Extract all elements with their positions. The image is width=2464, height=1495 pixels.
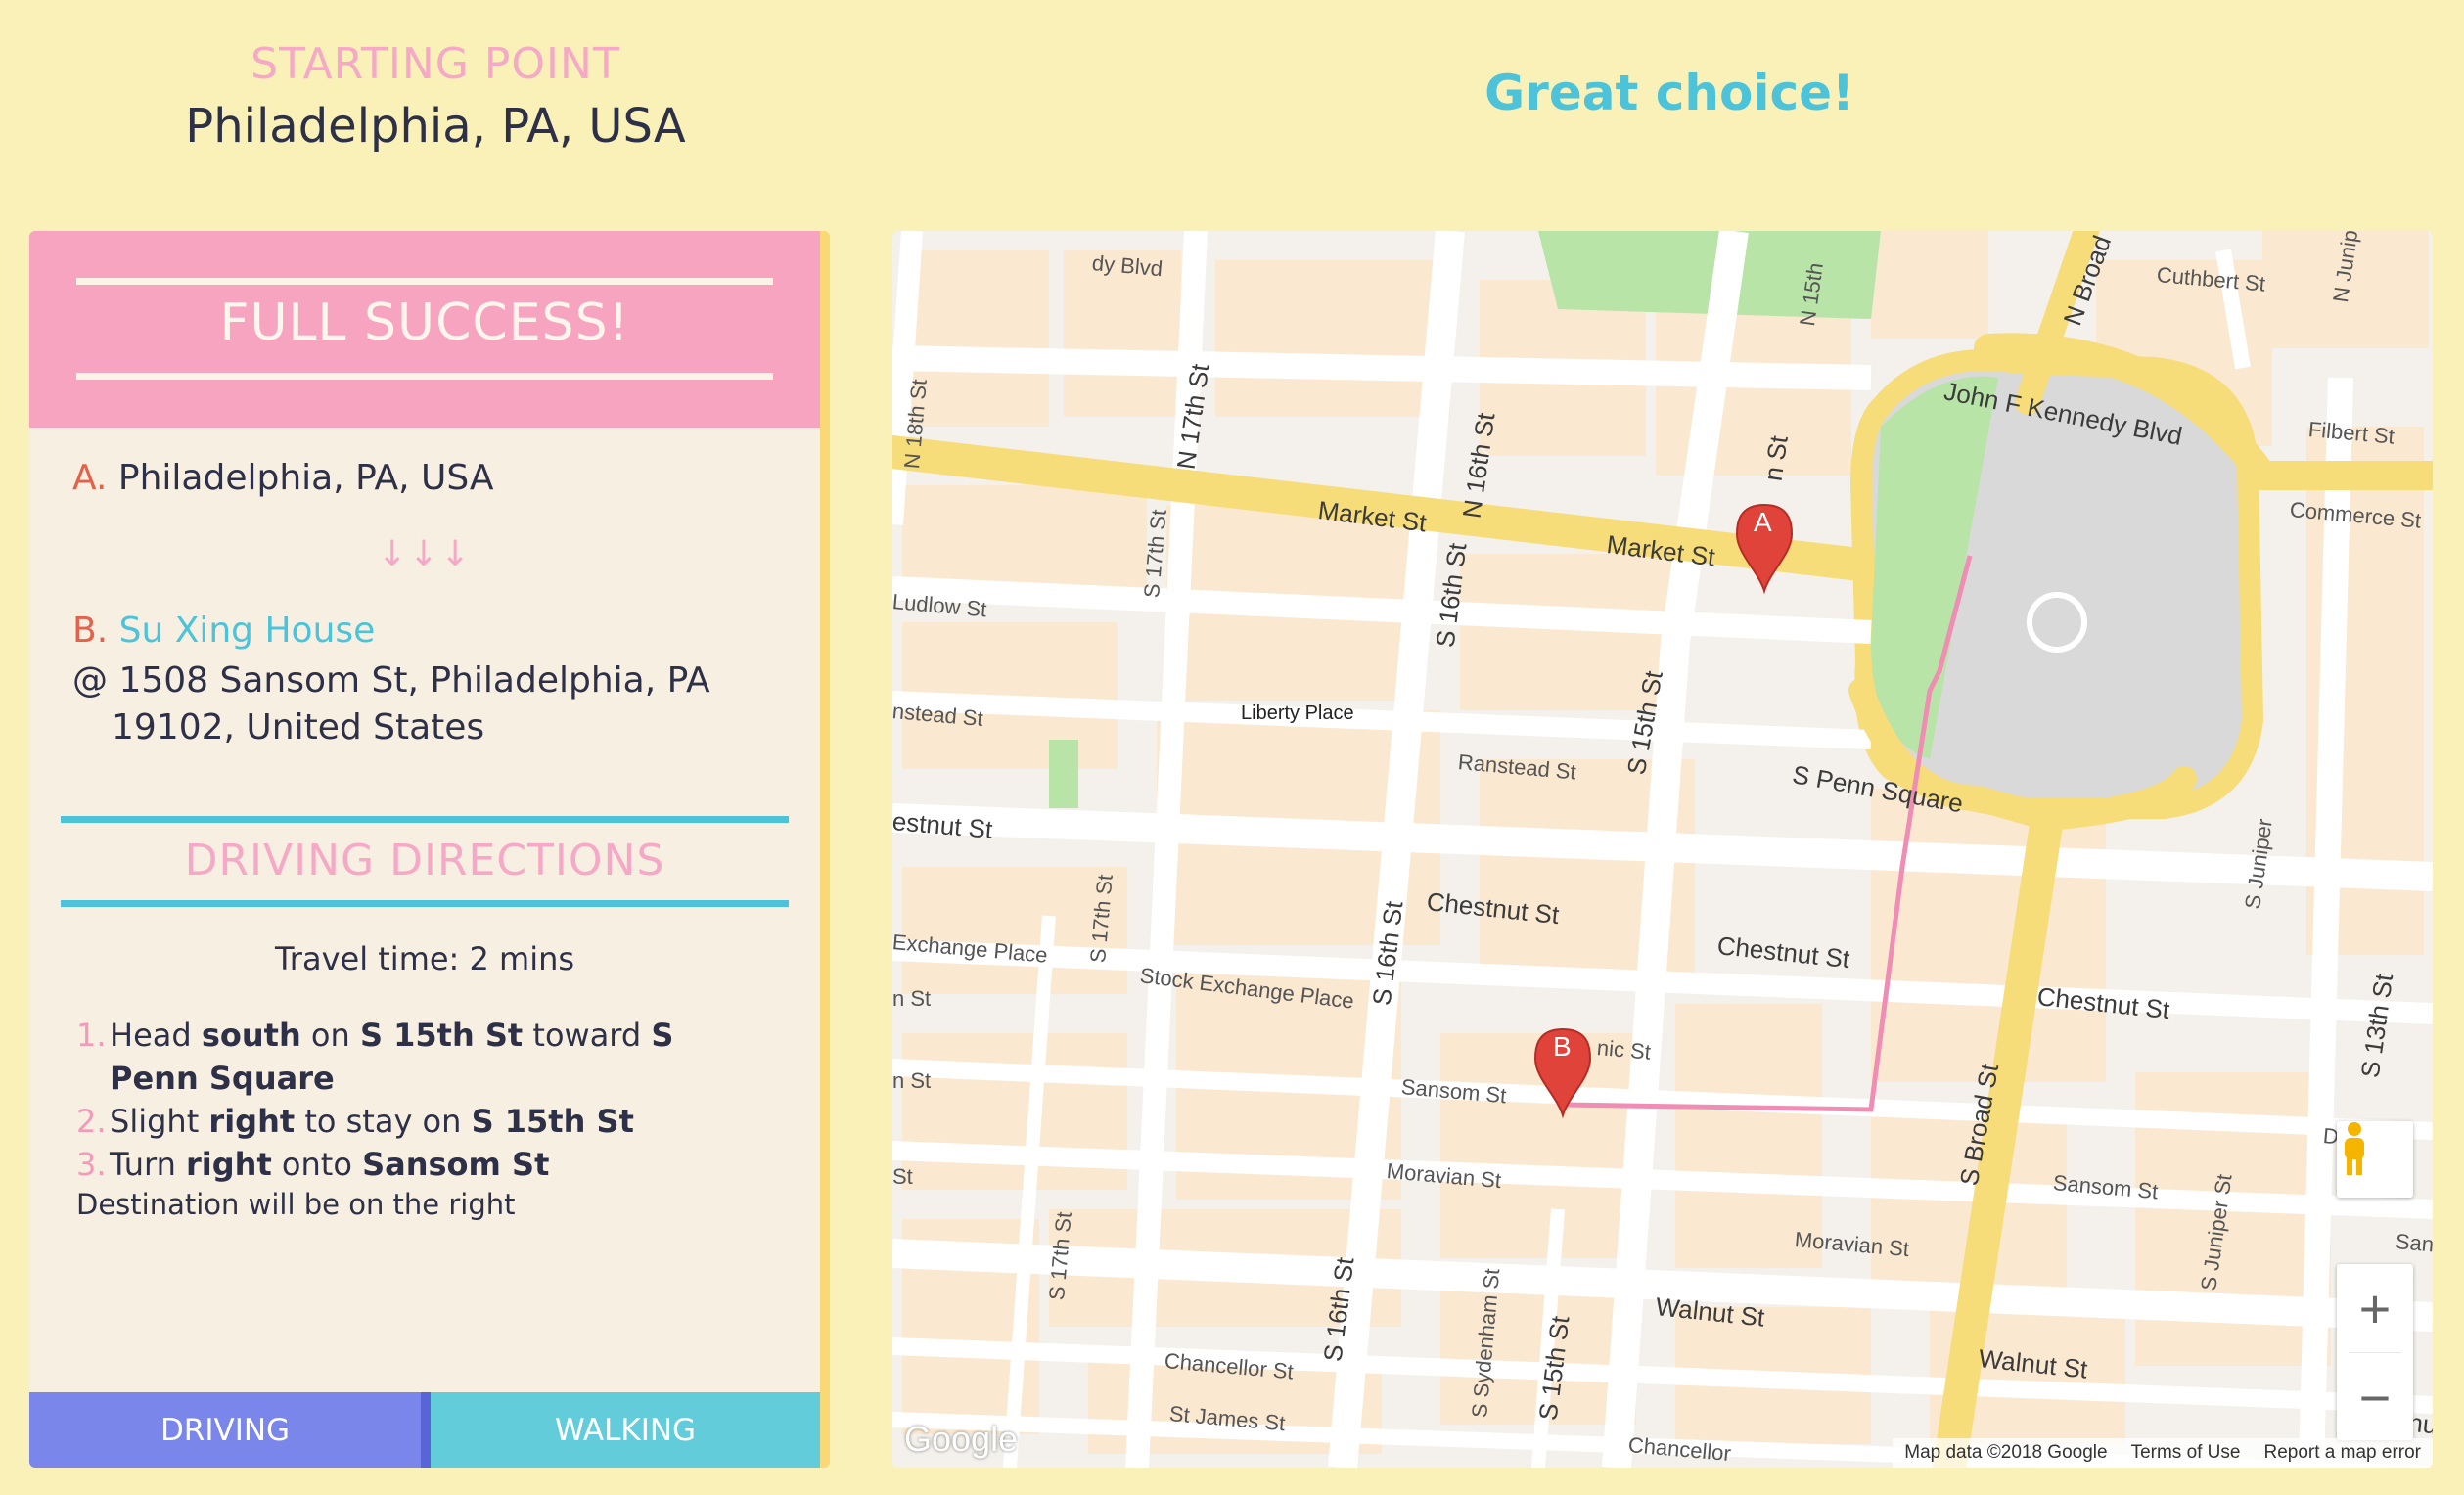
map-label: n St (892, 986, 932, 1011)
step-text: Slight right to stay on S 15th St (110, 1103, 634, 1140)
starting-point-value: Philadelphia, PA, USA (185, 99, 686, 154)
google-logo: Google (904, 1419, 1019, 1459)
liberty-place-label: Liberty Place (1241, 702, 1354, 724)
divider (76, 278, 773, 285)
marker-a-label[interactable]: A (1754, 507, 1772, 538)
step-text: Turn right onto Sansom St (110, 1146, 550, 1183)
street-view-pegman-icon[interactable] (2337, 1121, 2413, 1198)
marker-b-label[interactable]: B (1553, 1031, 1572, 1063)
zoom-control: + − (2337, 1264, 2413, 1440)
map-label: Sans (2394, 1229, 2433, 1258)
walking-mode-button[interactable]: WALKING (431, 1392, 820, 1468)
origin-address-text: Philadelphia, PA, USA (117, 458, 494, 498)
report-map-error-link[interactable]: Report a map error (2263, 1442, 2421, 1464)
directions-list: 1. Head south on S 15th St toward S Penn… (76, 1014, 761, 1186)
result-panel: FULL SUCCESS! A. Philadelphia, PA, USA ↓… (29, 231, 830, 1468)
origin-address: A. Philadelphia, PA, USA (72, 458, 494, 498)
zoom-in-button[interactable]: + (2337, 1264, 2413, 1352)
divider (61, 816, 789, 823)
down-arrows-icon: ↓↓↓ (377, 534, 473, 574)
map-label: St (892, 1164, 913, 1189)
map-label: nic St (1595, 1035, 1652, 1065)
direction-step: 1. Head south on S 15th St toward S Penn… (76, 1014, 761, 1100)
directions-title: DRIVING DIRECTIONS (184, 836, 665, 885)
step-number: 1. (76, 1017, 107, 1054)
destination-address-line1: @ 1508 Sansom St, Philadelphia, PA (72, 660, 710, 701)
divider (76, 373, 773, 380)
direction-step: 3. Turn right onto Sansom St (76, 1143, 761, 1186)
travel-time: Travel time: 2 mins (274, 940, 575, 977)
zoom-out-button[interactable]: − (2337, 1353, 2413, 1441)
panel-header: FULL SUCCESS! (29, 231, 820, 428)
step-text: Head south on S 15th St toward S Penn Sq… (110, 1017, 674, 1097)
map-attribution: Map data ©2018 Google Terms of Use Repor… (1893, 1438, 2433, 1468)
map-label: n St (892, 1068, 932, 1093)
destination-note: Destination will be on the right (76, 1188, 516, 1221)
destination-title: B. Su Xing House (72, 611, 375, 651)
travel-mode-bar: DRIVING WALKING (29, 1392, 820, 1468)
driving-mode-button[interactable]: DRIVING (29, 1392, 431, 1468)
terms-of-use-link[interactable]: Terms of Use (2131, 1442, 2241, 1464)
step-number: 3. (76, 1146, 107, 1183)
map-label: n St (1757, 433, 1794, 483)
destination-address-line2: 19102, United States (112, 707, 485, 748)
destination-name-link[interactable]: Su Xing House (119, 611, 376, 651)
direction-step: 2. Slight right to stay on S 15th St (76, 1100, 761, 1143)
choice-heading: Great choice! (1484, 65, 1854, 121)
step-number: 2. (76, 1103, 107, 1140)
panel-title: FULL SUCCESS! (219, 294, 630, 352)
map-data-credit: Map data ©2018 Google (1904, 1442, 2108, 1463)
destination-letter: B. (72, 611, 109, 651)
divider (61, 900, 789, 907)
destination-address: @ 1508 Sansom St, Philadelphia, PA 19102… (72, 657, 710, 751)
starting-point-label: STARTING POINT (251, 39, 620, 89)
origin-letter: A. (72, 458, 108, 498)
starting-point: STARTING POINT Philadelphia, PA, USA (0, 39, 871, 154)
map-view[interactable]: A B Market St Market St John F Kennedy B… (892, 231, 2433, 1468)
